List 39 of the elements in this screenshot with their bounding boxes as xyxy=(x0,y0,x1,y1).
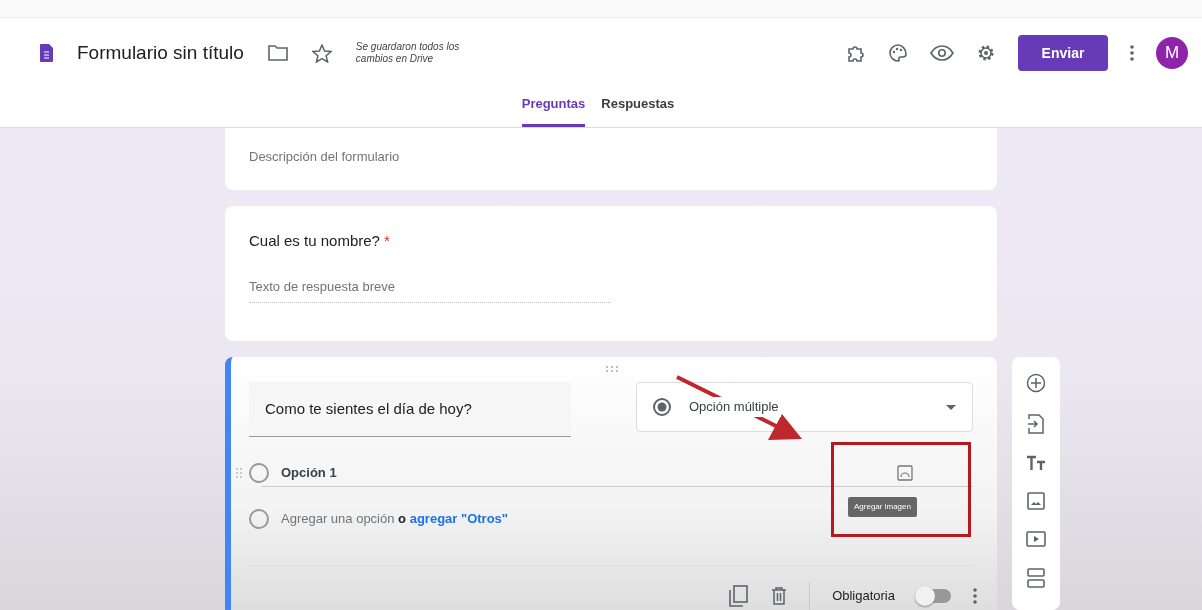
image-icon[interactable] xyxy=(897,464,913,481)
send-button[interactable]: Enviar xyxy=(1018,35,1108,71)
puzzle-icon[interactable] xyxy=(846,43,866,63)
drag-handle-icon[interactable] xyxy=(235,466,243,479)
trash-icon[interactable] xyxy=(771,587,788,605)
radio-selected-icon xyxy=(653,398,671,416)
drag-handle-icon[interactable] xyxy=(605,365,619,373)
form-description-field[interactable]: Descripción del formulario xyxy=(249,149,400,164)
save-status: Se guardaron todos los cambios en Drive xyxy=(355,41,461,65)
more-options-icon[interactable] xyxy=(1130,45,1134,61)
settings-icon[interactable] xyxy=(976,43,996,63)
duplicate-icon[interactable] xyxy=(729,585,750,607)
dropdown-caret-icon xyxy=(946,404,956,410)
section-icon[interactable] xyxy=(1027,568,1045,588)
eye-icon[interactable] xyxy=(930,45,954,61)
required-label: Obligatoria xyxy=(832,587,895,606)
import-icon[interactable] xyxy=(1028,414,1044,434)
required-asterisk: * xyxy=(384,232,390,249)
question-type-dropdown[interactable]: Opción múltiple xyxy=(636,382,973,432)
title-text-icon[interactable] xyxy=(1026,455,1046,471)
short-answer-field: Texto de respuesta breve xyxy=(249,276,611,303)
video-icon[interactable] xyxy=(1026,531,1046,547)
tab[interactable]: Respuestas xyxy=(601,88,675,127)
forms-logo-icon[interactable] xyxy=(40,44,53,62)
add-option-line[interactable]: Agregar una opción o agregar "Otros" xyxy=(281,509,508,529)
question-type-label: Opción múltiple xyxy=(687,397,781,417)
image-icon[interactable] xyxy=(1027,492,1045,510)
user-avatar[interactable]: M xyxy=(1156,37,1188,69)
question-title-field[interactable]: Como te sientes el día de hoy? xyxy=(249,382,571,437)
star-icon[interactable] xyxy=(311,43,332,63)
folder-icon[interactable] xyxy=(267,45,288,61)
option-label[interactable]: Opción 1 xyxy=(281,462,337,483)
palette-icon[interactable] xyxy=(888,43,908,63)
tooltip: Agregar imagen xyxy=(848,497,917,517)
form-title[interactable]: Formulario sin título xyxy=(77,38,244,68)
required-toggle[interactable] xyxy=(917,589,951,603)
add-circle-icon[interactable] xyxy=(1026,373,1046,393)
question-title: Cual es tu nombre? xyxy=(249,232,380,249)
more-options-icon[interactable] xyxy=(973,588,977,604)
